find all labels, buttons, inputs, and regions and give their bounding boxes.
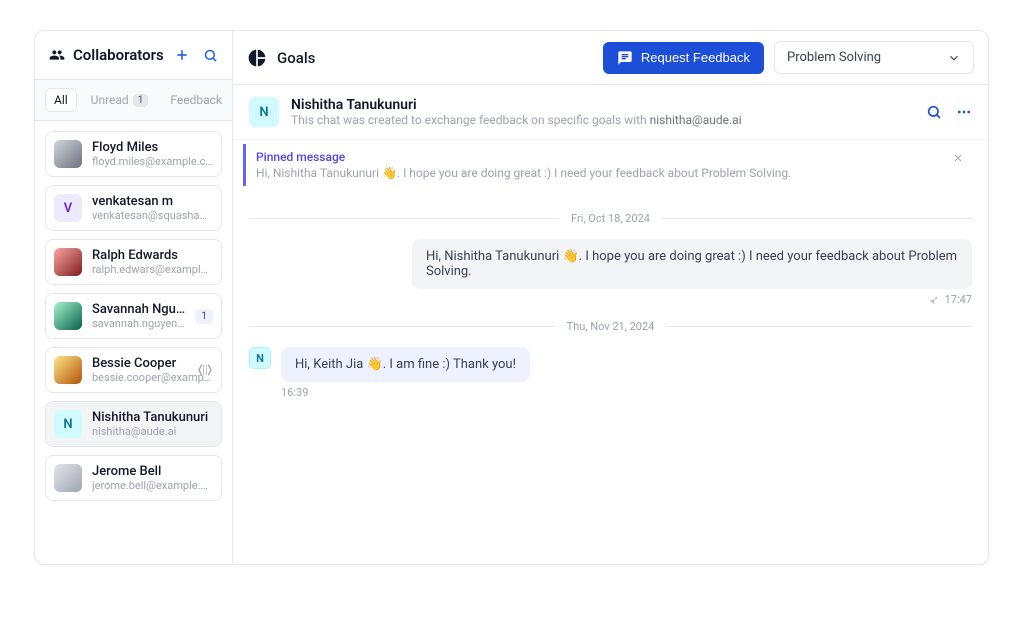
message-outgoing: Hi, Nishitha Tanukunuri 👋. I hope you ar… bbox=[249, 239, 972, 289]
close-pinned-button[interactable] bbox=[948, 150, 968, 166]
chat-avatar: N bbox=[249, 97, 279, 127]
collaborator-name: Jerome Bell bbox=[92, 464, 213, 479]
tab-feedback[interactable]: Feedback bbox=[162, 89, 230, 111]
chat-more-button[interactable] bbox=[956, 104, 972, 120]
collaborator-item[interactable]: N Nishitha Tanukunurinishitha@aude.ai bbox=[45, 401, 222, 447]
collaborator-name: Nishitha Tanukunuri bbox=[92, 410, 213, 425]
chat-header-actions bbox=[926, 104, 972, 120]
resize-handle-icon[interactable] bbox=[195, 360, 215, 380]
unread-badge: 1 bbox=[195, 309, 213, 324]
collaborator-item[interactable]: Vvenkatesan mvenkatesan@squashapps… bbox=[45, 185, 222, 231]
collaborator-name: venkatesan m bbox=[92, 194, 213, 209]
request-feedback-button[interactable]: Request Feedback bbox=[603, 42, 764, 74]
avatar bbox=[54, 356, 82, 384]
pinned-message[interactable]: Pinned message Hi, Nishitha Tanukunuri 👋… bbox=[243, 144, 978, 186]
people-icon bbox=[49, 47, 65, 63]
collaborator-email: floyd.miles@example.com bbox=[92, 155, 213, 168]
collaborator-email: savannah.nguyen@e… bbox=[92, 317, 185, 330]
collaborator-item[interactable]: Jerome Belljerome.bell@example.com bbox=[45, 455, 222, 501]
avatar bbox=[54, 140, 82, 168]
add-collaborator-button[interactable] bbox=[172, 45, 192, 65]
tab-all[interactable]: All bbox=[45, 88, 77, 112]
app-window: Collaborators All Unread 1 Feedback Floy… bbox=[34, 30, 989, 565]
chat-contact-email[interactable]: nishitha@aude.ai bbox=[650, 113, 742, 127]
chat-header-text: Nishitha Tanukunuri This chat was create… bbox=[291, 97, 914, 127]
date-separator: Fri, Oct 18, 2024 bbox=[249, 212, 972, 225]
message-time: 17:47 bbox=[945, 293, 972, 306]
chat-header: N Nishitha Tanukunuri This chat was crea… bbox=[233, 85, 988, 140]
chat-search-button[interactable] bbox=[926, 104, 942, 120]
chevron-down-icon bbox=[947, 51, 961, 65]
avatar: N bbox=[54, 410, 82, 438]
collaborator-list: Floyd Milesfloyd.miles@example.com Vvenka… bbox=[35, 121, 232, 511]
avatar bbox=[54, 302, 82, 330]
pinned-text: Hi, Nishitha Tanukunuri 👋. I hope you ar… bbox=[256, 166, 940, 180]
collaborator-name: Floyd Miles bbox=[92, 140, 213, 155]
collaborator-item[interactable]: Savannah Nguyensavannah.nguyen@e… 1 bbox=[45, 293, 222, 339]
pinned-title: Pinned message bbox=[256, 150, 940, 164]
chat-contact-name: Nishitha Tanukunuri bbox=[291, 97, 914, 113]
sidebar-title: Collaborators bbox=[49, 46, 164, 64]
avatar: V bbox=[54, 194, 82, 222]
collaborator-name: Savannah Nguyen bbox=[92, 302, 185, 317]
chat-contact-sub: This chat was created to exchange feedba… bbox=[291, 113, 914, 127]
collaborator-email: venkatesan@squashapps… bbox=[92, 209, 213, 222]
collaborator-email: ralph.edwars@example.co… bbox=[92, 263, 213, 276]
chat-icon bbox=[617, 50, 633, 66]
sidebar-header: Collaborators bbox=[35, 31, 232, 80]
message-meta: 17:47 bbox=[249, 293, 972, 306]
tab-unread[interactable]: Unread 1 bbox=[83, 89, 157, 111]
goal-select[interactable]: Problem Solving bbox=[774, 41, 974, 74]
filter-tabs: All Unread 1 Feedback bbox=[35, 80, 232, 121]
unread-count-badge: 1 bbox=[133, 94, 149, 107]
message-bubble[interactable]: Hi, Nishitha Tanukunuri 👋. I hope you ar… bbox=[412, 239, 972, 289]
collaborator-email: nishitha@aude.ai bbox=[92, 425, 213, 438]
collaborator-email: jerome.bell@example.com bbox=[92, 479, 213, 492]
message-incoming: N Hi, Keith Jia 👋. I am fine :) Thank yo… bbox=[249, 347, 972, 382]
message-avatar: N bbox=[249, 347, 271, 369]
main-panel: Goals Request Feedback Problem Solving N… bbox=[233, 31, 988, 564]
pin-icon bbox=[927, 294, 939, 306]
collaborator-name: Ralph Edwards bbox=[92, 248, 213, 263]
avatar bbox=[54, 464, 82, 492]
goals-icon bbox=[247, 48, 267, 68]
date-separator: Thu, Nov 21, 2024 bbox=[249, 320, 972, 333]
avatar bbox=[54, 248, 82, 276]
collaborator-item[interactable]: Ralph Edwardsralph.edwars@example.co… bbox=[45, 239, 222, 285]
sidebar-title-text: Collaborators bbox=[73, 46, 164, 64]
search-collaborators-button[interactable] bbox=[200, 45, 220, 65]
sidebar: Collaborators All Unread 1 Feedback Floy… bbox=[35, 31, 233, 564]
message-meta: 16:39 bbox=[281, 386, 972, 399]
main-header: Goals Request Feedback Problem Solving bbox=[233, 31, 988, 85]
message-time: 16:39 bbox=[281, 386, 308, 399]
collaborator-item[interactable]: Floyd Milesfloyd.miles@example.com bbox=[45, 131, 222, 177]
page-title: Goals bbox=[247, 48, 593, 68]
chat-body: Fri, Oct 18, 2024 Hi, Nishitha Tanukunur… bbox=[233, 186, 988, 564]
message-bubble[interactable]: Hi, Keith Jia 👋. I am fine :) Thank you! bbox=[281, 347, 530, 382]
